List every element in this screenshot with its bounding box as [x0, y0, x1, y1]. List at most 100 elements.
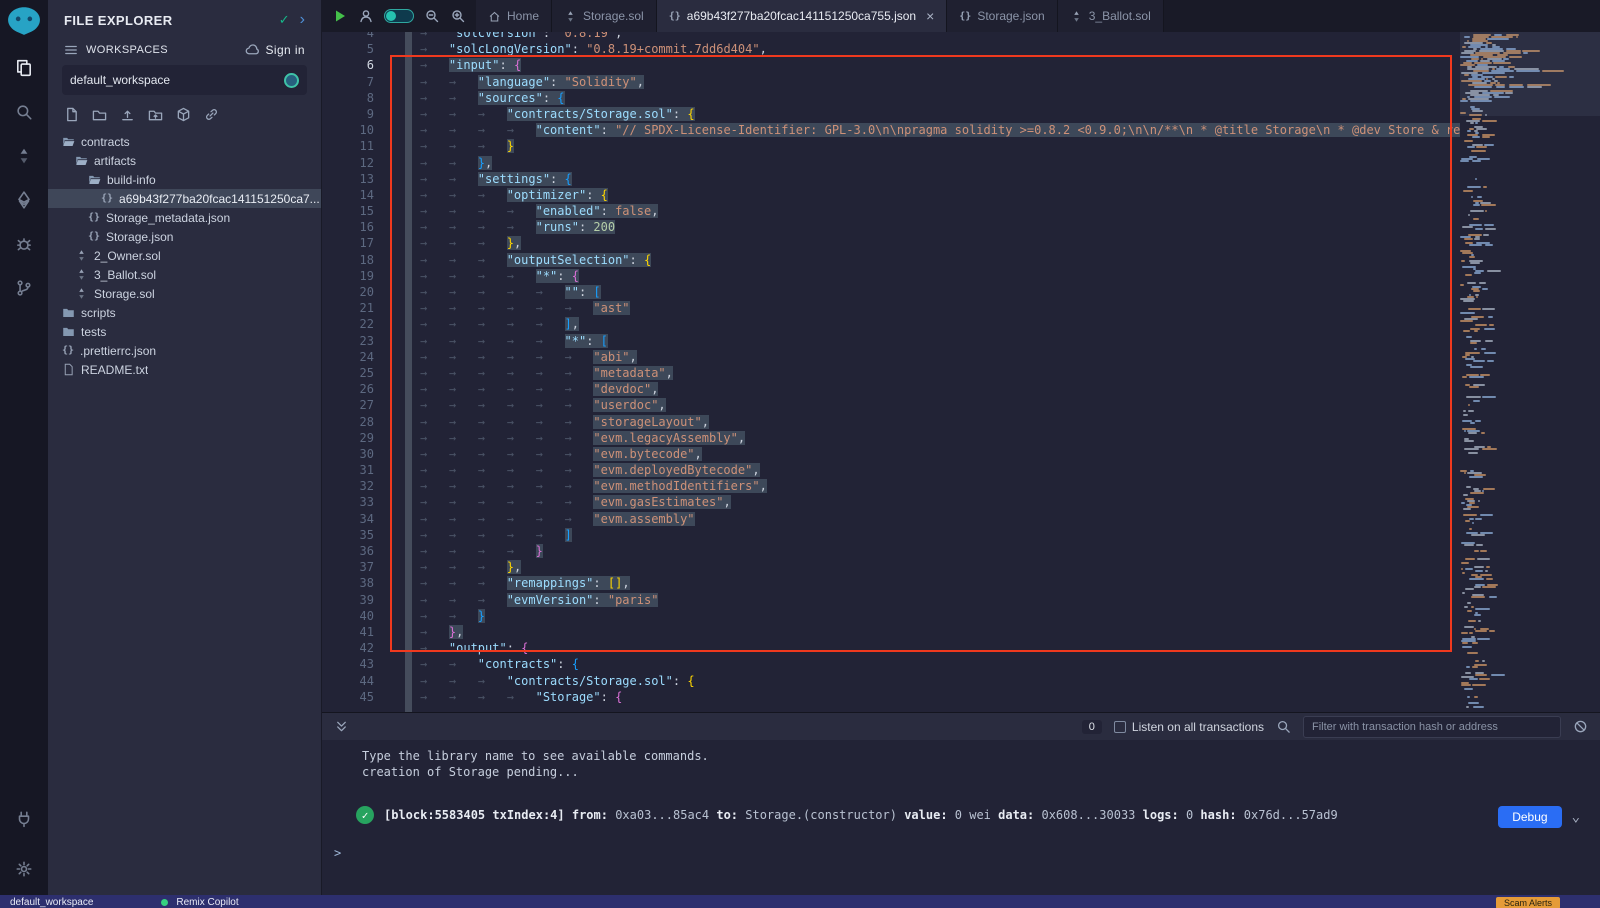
tree-item-contracts[interactable]: contracts — [48, 132, 321, 151]
tree-item-a69b43f277ba20fcac141151250ca7...[interactable]: {}a69b43f277ba20fcac141151250ca7... — [48, 189, 321, 208]
code-line[interactable]: 19→ → → → "*": { — [322, 268, 1460, 284]
statusbar-workspace[interactable]: default_workspace — [10, 897, 93, 908]
tree-item-Storage.sol[interactable]: Storage.sol — [48, 284, 321, 303]
tree-item-Storage_metadata.json[interactable]: {}Storage_metadata.json — [48, 208, 321, 227]
tree-item-scripts[interactable]: scripts — [48, 303, 321, 322]
upload-folder-icon[interactable] — [148, 107, 163, 122]
transaction-filter-input[interactable] — [1303, 716, 1561, 738]
copilot-status-label[interactable]: Remix Copilot — [176, 897, 238, 908]
debugger-icon[interactable] — [0, 222, 48, 266]
code-line[interactable]: 23→ → → → → "*": [ — [322, 333, 1460, 349]
close-tab-icon[interactable]: × — [926, 8, 934, 24]
code-line[interactable]: 20→ → → → → "": [ — [322, 284, 1460, 300]
zoom-in-icon[interactable] — [450, 8, 466, 24]
code-line[interactable]: 41→ }, — [322, 624, 1460, 640]
code-line[interactable]: 36→ → → → } — [322, 543, 1460, 559]
code-line[interactable]: 26→ → → → → → "devdoc", — [322, 381, 1460, 397]
sign-in-button[interactable]: Sign in — [245, 42, 306, 57]
code-line[interactable]: 32→ → → → → → "evm.methodIdentifiers", — [322, 478, 1460, 494]
code-line[interactable]: 16→ → → → "runs": 200 — [322, 219, 1460, 235]
new-folder-icon[interactable] — [92, 107, 107, 122]
code-line[interactable]: 34→ → → → → → "evm.assembly" — [322, 511, 1460, 527]
code-line[interactable]: 17→ → → }, — [322, 235, 1460, 251]
deploy-and-run-icon[interactable] — [0, 178, 48, 222]
tree-item-build-info[interactable]: build-info — [48, 170, 321, 189]
transaction-log-row[interactable]: ✓ [block:5583405 txIndex:4] from: 0xa03.… — [334, 806, 1600, 828]
workspace-template-icon[interactable] — [176, 107, 191, 122]
code-line[interactable]: 11→ → → } — [322, 138, 1460, 154]
code-line[interactable]: 10→ → → → "content": "// SPDX-License-Id… — [322, 122, 1460, 138]
code-line[interactable]: 27→ → → → → → "userdoc", — [322, 397, 1460, 413]
debug-button[interactable]: Debug — [1498, 806, 1561, 828]
plugin-manager-icon[interactable] — [0, 797, 48, 841]
git-icon[interactable] — [0, 266, 48, 310]
code-line[interactable]: 4→ "solcVersion": "0.8.19", — [322, 32, 1460, 41]
code-line[interactable]: 39→ → → "evmVersion": "paris" — [322, 592, 1460, 608]
scam-alerts-badge[interactable]: Scam Alerts — [1496, 897, 1560, 908]
terminal[interactable]: Type the library name to see available c… — [322, 740, 1600, 895]
code-line[interactable]: 45→ → → → "Storage": { — [322, 689, 1460, 705]
tree-item-Storage.json[interactable]: {}Storage.json — [48, 227, 321, 246]
listen-checkbox[interactable] — [1114, 721, 1126, 733]
code-line[interactable]: 8→ → "sources": { — [322, 90, 1460, 106]
link-icon[interactable] — [204, 107, 219, 122]
copilot-toggle[interactable] — [384, 9, 414, 23]
remix-logo-icon[interactable] — [7, 6, 41, 36]
code-line[interactable]: 15→ → → → "enabled": false, — [322, 203, 1460, 219]
zoom-out-icon[interactable] — [424, 8, 440, 24]
collapse-terminal-icon[interactable] — [334, 719, 349, 734]
code-line[interactable]: 9→ → → "contracts/Storage.sol": { — [322, 106, 1460, 122]
solidity-compiler-icon[interactable] — [0, 134, 48, 178]
code-line[interactable]: 33→ → → → → → "evm.gasEstimates", — [322, 494, 1460, 510]
code-area[interactable]: 4→ "solcVersion": "0.8.19",5→ "solcLongV… — [322, 32, 1460, 712]
user-icon[interactable] — [358, 8, 374, 24]
tab-Storage.json[interactable]: {}Storage.json — [947, 0, 1057, 32]
upload-file-icon[interactable] — [120, 107, 135, 122]
code-line[interactable]: 38→ → → "remappings": [], — [322, 575, 1460, 591]
hamburger-menu-icon[interactable] — [64, 43, 78, 57]
code-line[interactable]: 40→ → } — [322, 608, 1460, 624]
code-line[interactable]: 5→ "solcLongVersion": "0.8.19+commit.7dd… — [322, 41, 1460, 57]
code-line[interactable]: 43→ → "contracts": { — [322, 656, 1460, 672]
code-line[interactable]: 28→ → → → → → "storageLayout", — [322, 414, 1460, 430]
listen-all-transactions[interactable]: Listen on all transactions — [1114, 720, 1264, 734]
code-line[interactable]: 35→ → → → → ] — [322, 527, 1460, 543]
code-line[interactable]: 24→ → → → → → "abi", — [322, 349, 1460, 365]
tree-item-3_Ballot.sol[interactable]: 3_Ballot.sol — [48, 265, 321, 284]
tab-a69b43f277ba20fcac141151250ca755.json[interactable]: {}a69b43f277ba20fcac141151250ca755.json× — [657, 0, 948, 32]
terminal-search-icon[interactable] — [1276, 719, 1291, 734]
code-line[interactable]: 18→ → → "outputSelection": { — [322, 252, 1460, 268]
tree-item-tests[interactable]: tests — [48, 322, 321, 341]
code-line[interactable]: 25→ → → → → → "metadata", — [322, 365, 1460, 381]
code-line[interactable]: 30→ → → → → → "evm.bytecode", — [322, 446, 1460, 462]
search-icon[interactable] — [0, 90, 48, 134]
clear-console-icon[interactable] — [1573, 719, 1588, 734]
minimap[interactable] — [1460, 32, 1600, 712]
code-line[interactable]: 14→ → → "optimizer": { — [322, 187, 1460, 203]
minimap-viewport[interactable] — [1460, 32, 1600, 116]
editor[interactable]: 4→ "solcVersion": "0.8.19",5→ "solcLongV… — [322, 32, 1600, 712]
code-line[interactable]: 21→ → → → → → "ast" — [322, 300, 1460, 316]
tree-item-README.txt[interactable]: README.txt — [48, 360, 321, 379]
new-file-icon[interactable] — [64, 107, 79, 122]
code-line[interactable]: 29→ → → → → → "evm.legacyAssembly", — [322, 430, 1460, 446]
workspace-select[interactable]: default_workspace — [62, 65, 307, 95]
chevron-right-icon[interactable]: › — [300, 14, 305, 26]
terminal-prompt[interactable]: > — [334, 846, 1600, 860]
settings-gear-icon[interactable] — [0, 847, 48, 891]
code-line[interactable]: 42→ "output": { — [322, 640, 1460, 656]
code-line[interactable]: 13→ → "settings": { — [322, 171, 1460, 187]
tree-item-2_Owner.sol[interactable]: 2_Owner.sol — [48, 246, 321, 265]
expand-tx-icon[interactable]: ⌄ — [1572, 809, 1580, 825]
code-line[interactable]: 44→ → → "contracts/Storage.sol": { — [322, 673, 1460, 689]
file-explorer-icon[interactable] — [0, 46, 48, 90]
code-line[interactable]: 6→ "input": { — [322, 57, 1460, 73]
code-line[interactable]: 37→ → → }, — [322, 559, 1460, 575]
tree-item-.prettierrc.json[interactable]: {}.prettierrc.json — [48, 341, 321, 360]
tab-Storage.sol[interactable]: Storage.sol — [552, 0, 657, 32]
code-line[interactable]: 22→ → → → → ], — [322, 316, 1460, 332]
tab-3_Ballot.sol[interactable]: 3_Ballot.sol — [1058, 0, 1164, 32]
code-line[interactable]: 7→ → "language": "Solidity", — [322, 74, 1460, 90]
tree-item-artifacts[interactable]: artifacts — [48, 151, 321, 170]
code-line[interactable]: 12→ → }, — [322, 155, 1460, 171]
